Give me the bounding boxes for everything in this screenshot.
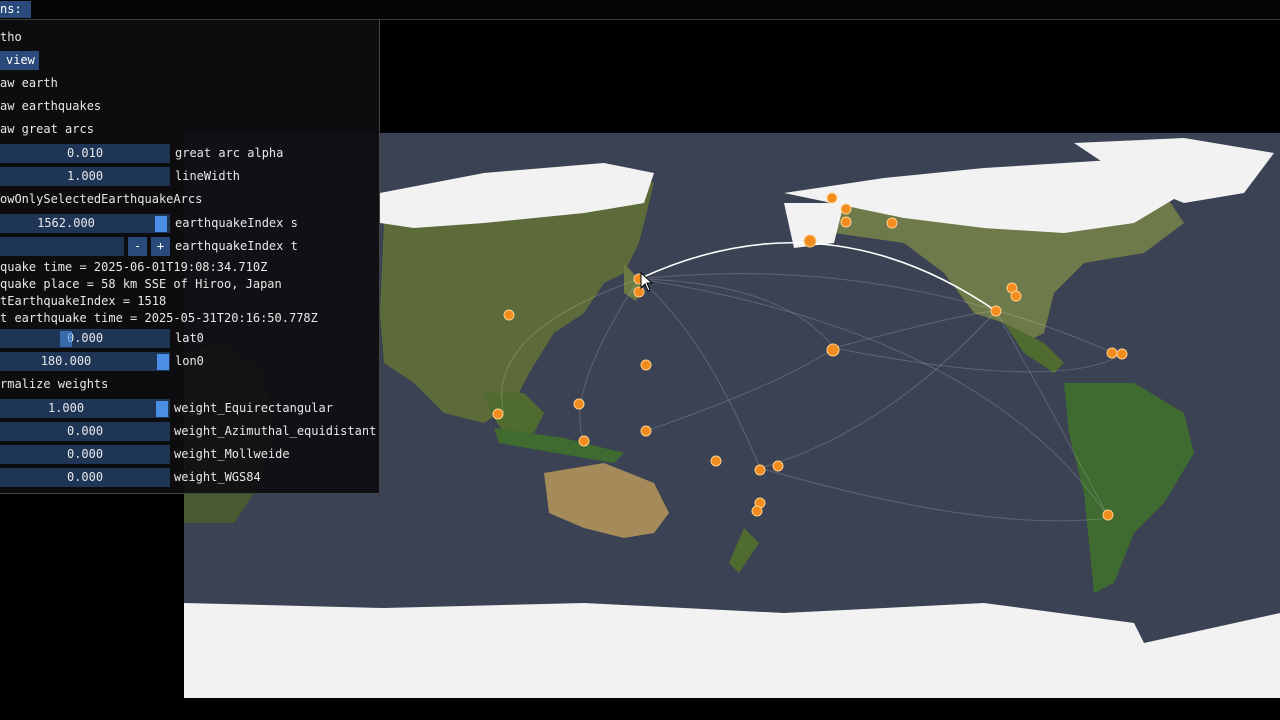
- weight-equirectangular-value: 1.000: [47, 401, 85, 415]
- weight-mollweide-label: weight_Mollweide: [174, 447, 290, 461]
- earthquake-index-t-label: earthquakeIndex t: [175, 239, 298, 253]
- line-width-label: lineWidth: [175, 169, 241, 183]
- info-earthquake-index: tEarthquakeIndex = 1518: [0, 294, 167, 308]
- decrement-button[interactable]: -: [128, 237, 147, 256]
- increment-button[interactable]: +: [151, 237, 170, 256]
- settings-panel: tho view aw earth aw earthquakes aw grea…: [0, 20, 380, 494]
- earthquake-index-s-label: earthquakeIndex s: [175, 216, 298, 230]
- slider-knob[interactable]: [156, 401, 168, 417]
- view-button[interactable]: view: [0, 51, 39, 70]
- slider-knob[interactable]: [60, 331, 72, 347]
- draw-great-arcs-checkbox[interactable]: aw great arcs: [0, 121, 94, 138]
- weight-equirectangular-label: weight_Equirectangular: [174, 401, 333, 415]
- weight-mollweide-slider[interactable]: 0.000: [0, 445, 170, 464]
- show-only-selected-checkbox[interactable]: owOnlySelectedEarthquakeArcs: [0, 191, 202, 208]
- info-quake-place: quake place = 58 km SSE of Hiroo, Japan: [0, 277, 282, 291]
- great-arc-alpha-slider[interactable]: 0.010: [0, 144, 170, 163]
- slider-knob[interactable]: [155, 216, 167, 232]
- lon0-value: 180.000: [40, 354, 92, 368]
- menu-title[interactable]: ns:: [0, 1, 31, 18]
- weight-wgs84-slider[interactable]: 0.000: [0, 468, 170, 487]
- great-arc-alpha-label: great arc alpha: [175, 146, 284, 160]
- line-width-slider[interactable]: 1.000: [0, 167, 170, 186]
- weight-azimuthal-slider[interactable]: 0.000: [0, 422, 170, 441]
- earthquake-index-s-value: 1562.000: [37, 216, 95, 230]
- info-quake-time: quake time = 2025-06-01T19:08:34.710Z: [0, 260, 268, 274]
- draw-earthquakes-checkbox[interactable]: aw earthquakes: [0, 98, 101, 115]
- lat0-label: lat0: [175, 331, 204, 345]
- earthquake-index-s-slider[interactable]: 1562.000: [0, 214, 170, 233]
- menu-bar: ns:: [0, 0, 1280, 20]
- mouse-cursor-icon: [640, 272, 654, 292]
- normalize-weights-checkbox[interactable]: rmalize weights: [0, 376, 108, 393]
- projection-label: tho: [0, 30, 22, 44]
- lon0-label: lon0: [175, 354, 204, 368]
- lat0-slider[interactable]: 0.000: [0, 329, 170, 348]
- lat0-value: 0.000: [66, 331, 104, 345]
- earthquake-index-t-input[interactable]: [0, 237, 124, 256]
- draw-earth-checkbox[interactable]: aw earth: [0, 75, 58, 92]
- lon0-slider[interactable]: 180.000: [0, 352, 170, 371]
- info-t-earthquake-time: t earthquake time = 2025-05-31T20:16:50.…: [0, 311, 318, 325]
- weight-wgs84-label: weight_WGS84: [174, 470, 261, 484]
- weight-azimuthal-label: weight_Azimuthal_equidistant: [174, 424, 377, 438]
- slider-knob[interactable]: [157, 354, 169, 370]
- weight-equirectangular-slider[interactable]: 1.000: [0, 399, 170, 418]
